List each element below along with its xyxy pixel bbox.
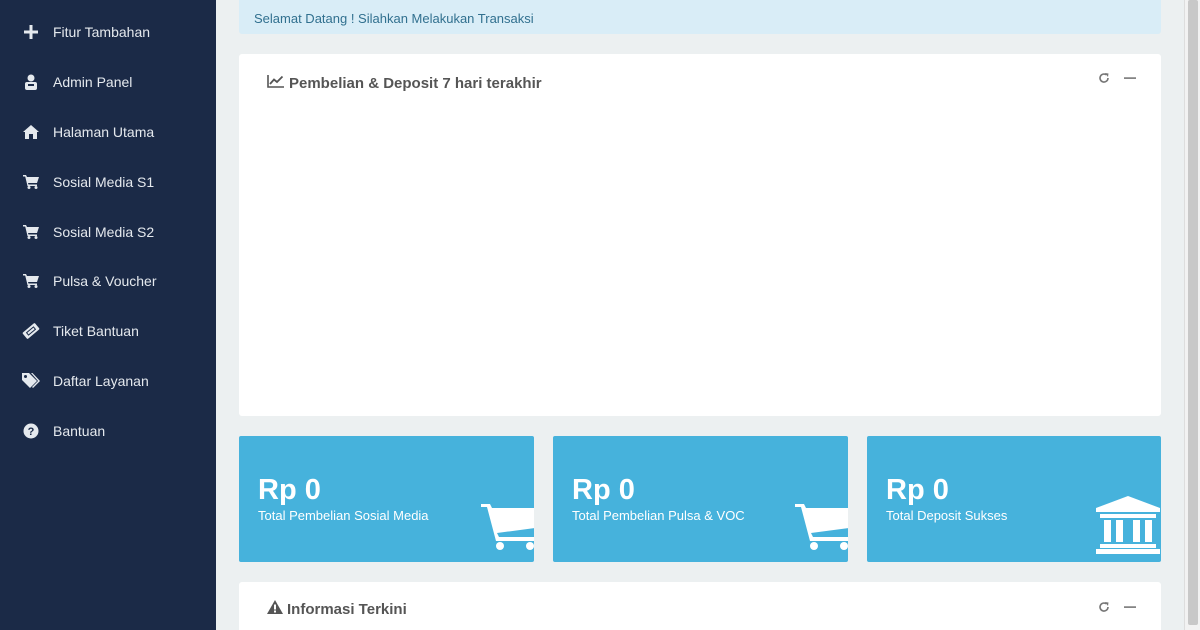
cart-icon	[22, 223, 40, 241]
minus-icon	[1124, 606, 1136, 608]
plus-icon	[22, 23, 40, 41]
minus-icon	[1124, 77, 1136, 79]
alert-text: Selamat Datang ! Silahkan Melakukan Tran…	[254, 11, 534, 26]
sidebar-item-label: Fitur Tambahan	[53, 24, 151, 40]
sidebar-item-label: Bantuan	[53, 423, 106, 439]
page-gutter	[1176, 0, 1184, 630]
warning-icon	[267, 600, 287, 618]
chart-box-tools	[1098, 71, 1136, 85]
svg-text:?: ?	[28, 426, 35, 438]
sidebar-item-label: Pulsa & Voucher	[53, 273, 157, 289]
stat-label: Total Deposit Sukses	[886, 508, 1008, 523]
stat-card-deposit: Rp 0 Total Deposit Sukses	[867, 436, 1161, 562]
sidebar-item-label: Sosial Media S2	[53, 224, 155, 240]
sidebar-item-label: Halaman Utama	[53, 124, 155, 140]
cart-icon	[481, 502, 534, 555]
sidebar-item-tiket-bantuan[interactable]: Tiket Bantuan	[0, 311, 216, 351]
cart-icon	[795, 502, 848, 555]
stat-value: Rp 0	[886, 474, 949, 506]
stat-card-sosial-media: Rp 0 Total Pembelian Sosial Media	[239, 436, 534, 562]
sidebar-item-halaman-utama[interactable]: Halaman Utama	[0, 112, 216, 152]
admin-icon	[22, 73, 40, 91]
welcome-alert: Selamat Datang ! Silahkan Melakukan Tran…	[239, 0, 1161, 34]
stat-label: Total Pembelian Pulsa & VOC	[572, 508, 745, 523]
stat-value: Rp 0	[572, 474, 635, 506]
sidebar-item-label: Admin Panel	[53, 74, 133, 90]
bank-icon	[1096, 496, 1160, 559]
sidebar-item-pulsa-voucher[interactable]: Pulsa & Voucher	[0, 261, 216, 301]
refresh-icon	[1099, 73, 1109, 83]
sidebar-item-sosial-media-s1[interactable]: Sosial Media S1	[0, 162, 216, 202]
info-box: Informasi Terkini	[239, 582, 1161, 630]
chart-box-title-text: Pembelian & Deposit 7 hari terakhir	[289, 74, 542, 92]
vertical-scrollbar[interactable]	[1184, 0, 1200, 630]
chart-area	[259, 109, 1141, 399]
ticket-icon	[22, 322, 40, 340]
sidebar-item-label: Daftar Layanan	[53, 373, 149, 389]
sidebar-item-fitur-tambahan[interactable]: Fitur Tambahan	[0, 12, 216, 52]
sidebar-item-admin-panel[interactable]: Admin Panel	[0, 62, 216, 102]
info-box-tools	[1098, 600, 1136, 614]
sidebar-item-bantuan[interactable]: ? Bantuan	[0, 411, 216, 451]
chart-box-title: Pembelian & Deposit 7 hari terakhir	[267, 74, 542, 92]
line-chart-icon	[267, 74, 289, 92]
cart-icon	[22, 272, 40, 290]
stat-value: Rp 0	[258, 474, 321, 506]
sidebar-item-label: Sosial Media S1	[53, 174, 155, 190]
refresh-button[interactable]	[1098, 71, 1110, 85]
sidebar-item-sosial-media-s2[interactable]: Sosial Media S2	[0, 212, 216, 252]
stat-card-pulsa-voc: Rp 0 Total Pembelian Pulsa & VOC	[553, 436, 848, 562]
refresh-button[interactable]	[1098, 600, 1110, 614]
scrollbar-thumb[interactable]	[1188, 0, 1198, 625]
info-box-title-text: Informasi Terkini	[287, 600, 407, 618]
sidebar-item-daftar-layanan[interactable]: Daftar Layanan	[0, 361, 216, 401]
stat-label: Total Pembelian Sosial Media	[258, 508, 429, 523]
cart-icon	[22, 173, 40, 191]
collapse-button[interactable]	[1124, 71, 1136, 85]
refresh-icon	[1099, 602, 1109, 612]
collapse-button[interactable]	[1124, 600, 1136, 614]
home-icon	[22, 123, 40, 141]
sidebar: Fitur Tambahan Admin Panel Halaman Utama…	[0, 0, 216, 630]
info-box-title: Informasi Terkini	[267, 600, 407, 618]
sidebar-item-label: Tiket Bantuan	[53, 323, 139, 339]
question-circle-icon: ?	[22, 422, 40, 440]
tags-icon	[22, 372, 40, 390]
chart-box: Pembelian & Deposit 7 hari terakhir	[239, 54, 1161, 416]
